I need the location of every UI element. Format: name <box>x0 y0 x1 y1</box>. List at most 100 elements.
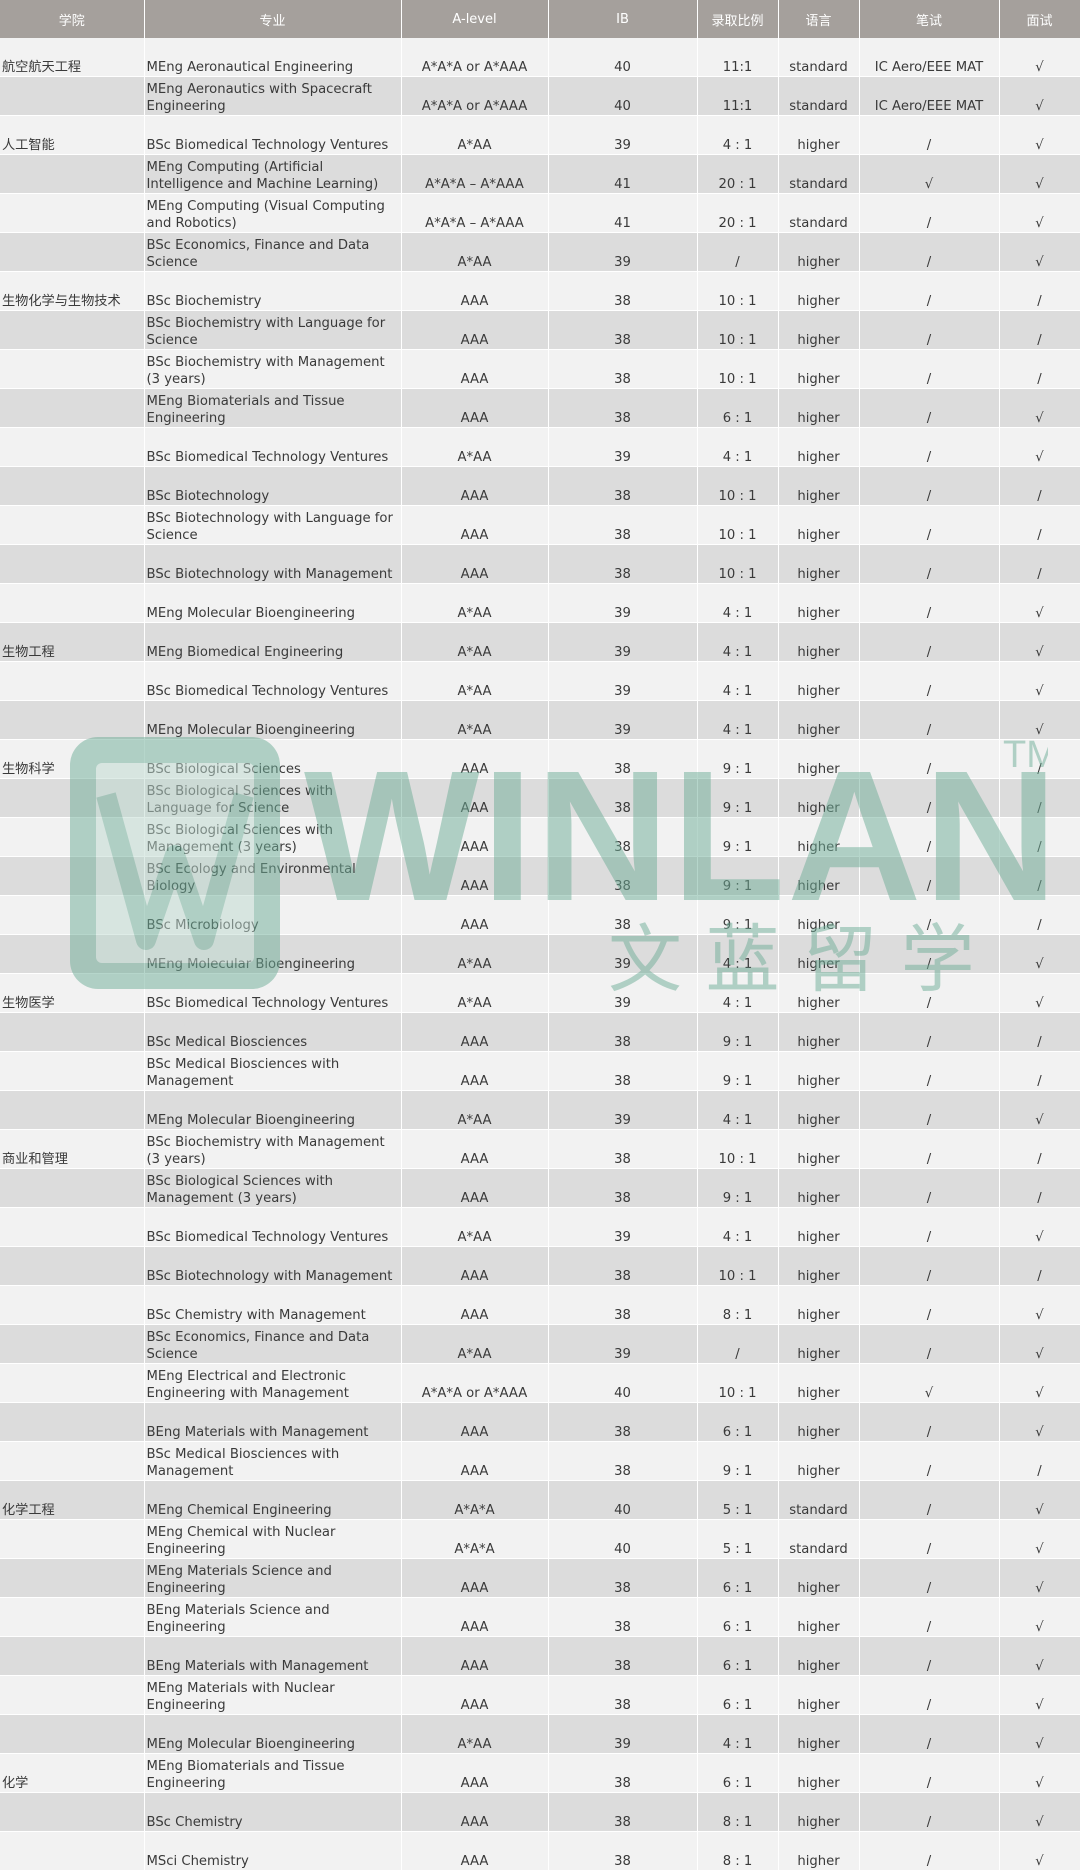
written-test-cell: / <box>859 271 1000 311</box>
written-test-cell: / <box>859 1558 1000 1598</box>
interview-cell: √ <box>999 1285 1080 1325</box>
alevel-cell: AAA <box>401 1246 549 1286</box>
school-cell <box>0 466 145 506</box>
interview-cell: √ <box>999 388 1080 428</box>
table-row: 航空航天工程 MEng Aeronautical Engineering A*A*A… <box>0 38 1080 77</box>
language-cell: higher <box>778 1597 860 1637</box>
school-cell <box>0 817 145 857</box>
school-cell <box>0 1207 145 1247</box>
alevel-cell: AAA <box>401 271 549 311</box>
ib-cell: 39 <box>548 1090 698 1130</box>
ratio-cell: 9 : 1 <box>697 778 779 818</box>
alevel-cell: A*A*A <box>401 1519 549 1559</box>
major-cell: BSc Economics, Finance and Data Science <box>144 1324 402 1364</box>
ib-cell: 38 <box>548 349 698 389</box>
written-test-cell: / <box>859 505 1000 545</box>
alevel-cell: AAA <box>401 310 549 350</box>
ib-cell: 39 <box>548 1207 698 1247</box>
ib-cell: 40 <box>548 1363 698 1403</box>
school-cell <box>0 583 145 623</box>
major-cell: BSc Biomedical Technology Ventures <box>144 1207 402 1247</box>
alevel-cell: AAA <box>401 1051 549 1091</box>
written-test-cell: / <box>859 583 1000 623</box>
interview-cell: √ <box>999 1597 1080 1637</box>
major-cell: MEng Aeronautical Engineering <box>144 38 402 77</box>
written-test-cell: / <box>859 1519 1000 1559</box>
interview-cell: / <box>999 1129 1080 1169</box>
alevel-cell: A*AA <box>401 583 549 623</box>
interview-cell: / <box>999 1012 1080 1052</box>
table-row: 商业和管理 BSc Biochemistry with Management (3… <box>0 1129 1080 1169</box>
written-test-cell: / <box>859 349 1000 389</box>
ib-cell: 38 <box>548 1597 698 1637</box>
major-cell: BSc Biological Sciences with Management … <box>144 1168 402 1208</box>
school-cell <box>0 1792 145 1832</box>
table-row: MEng Molecular Bioengineering A*AA 39 4 : 1… <box>0 934 1080 974</box>
ib-cell: 38 <box>548 271 698 311</box>
school-cell <box>0 661 145 701</box>
table-row: BEng Materials with Management AAA 38 6 : 1… <box>0 1402 1080 1442</box>
table-row: 生物医学 BSc Biomedical Technology Ventures A*… <box>0 973 1080 1013</box>
table-row: MEng Materials Science and Engineering AA… <box>0 1558 1080 1598</box>
interview-cell: √ <box>999 973 1080 1013</box>
language-cell: higher <box>778 1207 860 1247</box>
written-test-cell: IC Aero/EEE MAT <box>859 76 1000 116</box>
alevel-cell: A*A*A <box>401 1480 549 1520</box>
ratio-cell: 10 : 1 <box>697 310 779 350</box>
ib-cell: 38 <box>548 1636 698 1676</box>
table-row: MEng Chemical with Nuclear Engineering A*… <box>0 1519 1080 1559</box>
language-cell: higher <box>778 388 860 428</box>
school-cell <box>0 505 145 545</box>
table-row: BSc Chemistry AAA 38 8 : 1 higher / √ <box>0 1792 1080 1832</box>
major-cell: MEng Molecular Bioengineering <box>144 934 402 974</box>
table-row: BSc Biological Sciences with Language fo… <box>0 778 1080 818</box>
table-row: BSc Medical Biosciences with Management A… <box>0 1441 1080 1481</box>
ratio-cell: 10 : 1 <box>697 1363 779 1403</box>
major-cell: BSc Biochemistry with Management (3 year… <box>144 1129 402 1169</box>
ib-cell: 39 <box>548 661 698 701</box>
ratio-cell: 6 : 1 <box>697 388 779 428</box>
written-test-cell: / <box>859 1597 1000 1637</box>
school-cell <box>0 1324 145 1364</box>
interview-cell: / <box>999 817 1080 857</box>
written-test-cell: / <box>859 1480 1000 1520</box>
school-cell <box>0 1675 145 1715</box>
major-cell: BSc Biochemistry with Language for Scien… <box>144 310 402 350</box>
ratio-cell: 9 : 1 <box>697 1051 779 1091</box>
school-cell <box>0 700 145 740</box>
language-cell: higher <box>778 1675 860 1715</box>
ratio-cell: 6 : 1 <box>697 1753 779 1793</box>
school-cell <box>0 1441 145 1481</box>
language-cell: higher <box>778 271 860 311</box>
interview-cell: √ <box>999 1090 1080 1130</box>
alevel-cell: AAA <box>401 1168 549 1208</box>
written-test-cell: / <box>859 232 1000 272</box>
admissions-table: 学院 专业 A-level IB 录取比例 语言 笔试 面试 航空航天工程 MEn… <box>0 0 1080 1871</box>
interview-cell: / <box>999 1246 1080 1286</box>
language-cell: higher <box>778 934 860 974</box>
table-row: BSc Microbiology AAA 38 9 : 1 higher / / <box>0 895 1080 935</box>
language-cell: higher <box>778 1051 860 1091</box>
table-row: BSc Biological Sciences with Management … <box>0 817 1080 857</box>
school-cell <box>0 1636 145 1676</box>
ib-cell: 38 <box>548 388 698 428</box>
ib-cell: 38 <box>548 1558 698 1598</box>
ib-cell: 38 <box>548 1831 698 1871</box>
language-cell: higher <box>778 1831 860 1871</box>
school-cell <box>0 1285 145 1325</box>
ib-cell: 39 <box>548 934 698 974</box>
written-test-cell: / <box>859 817 1000 857</box>
interview-cell: √ <box>999 1714 1080 1754</box>
alevel-cell: A*AA <box>401 232 549 272</box>
major-cell: BSc Biomedical Technology Ventures <box>144 115 402 155</box>
interview-cell: √ <box>999 1519 1080 1559</box>
language-cell: standard <box>778 154 860 194</box>
ib-cell: 39 <box>548 115 698 155</box>
interview-cell: / <box>999 895 1080 935</box>
written-test-cell: / <box>859 1441 1000 1481</box>
ib-cell: 38 <box>548 544 698 584</box>
language-cell: standard <box>778 193 860 233</box>
ratio-cell: 9 : 1 <box>697 1168 779 1208</box>
language-cell: standard <box>778 1480 860 1520</box>
header-language: 语言 <box>778 0 860 38</box>
